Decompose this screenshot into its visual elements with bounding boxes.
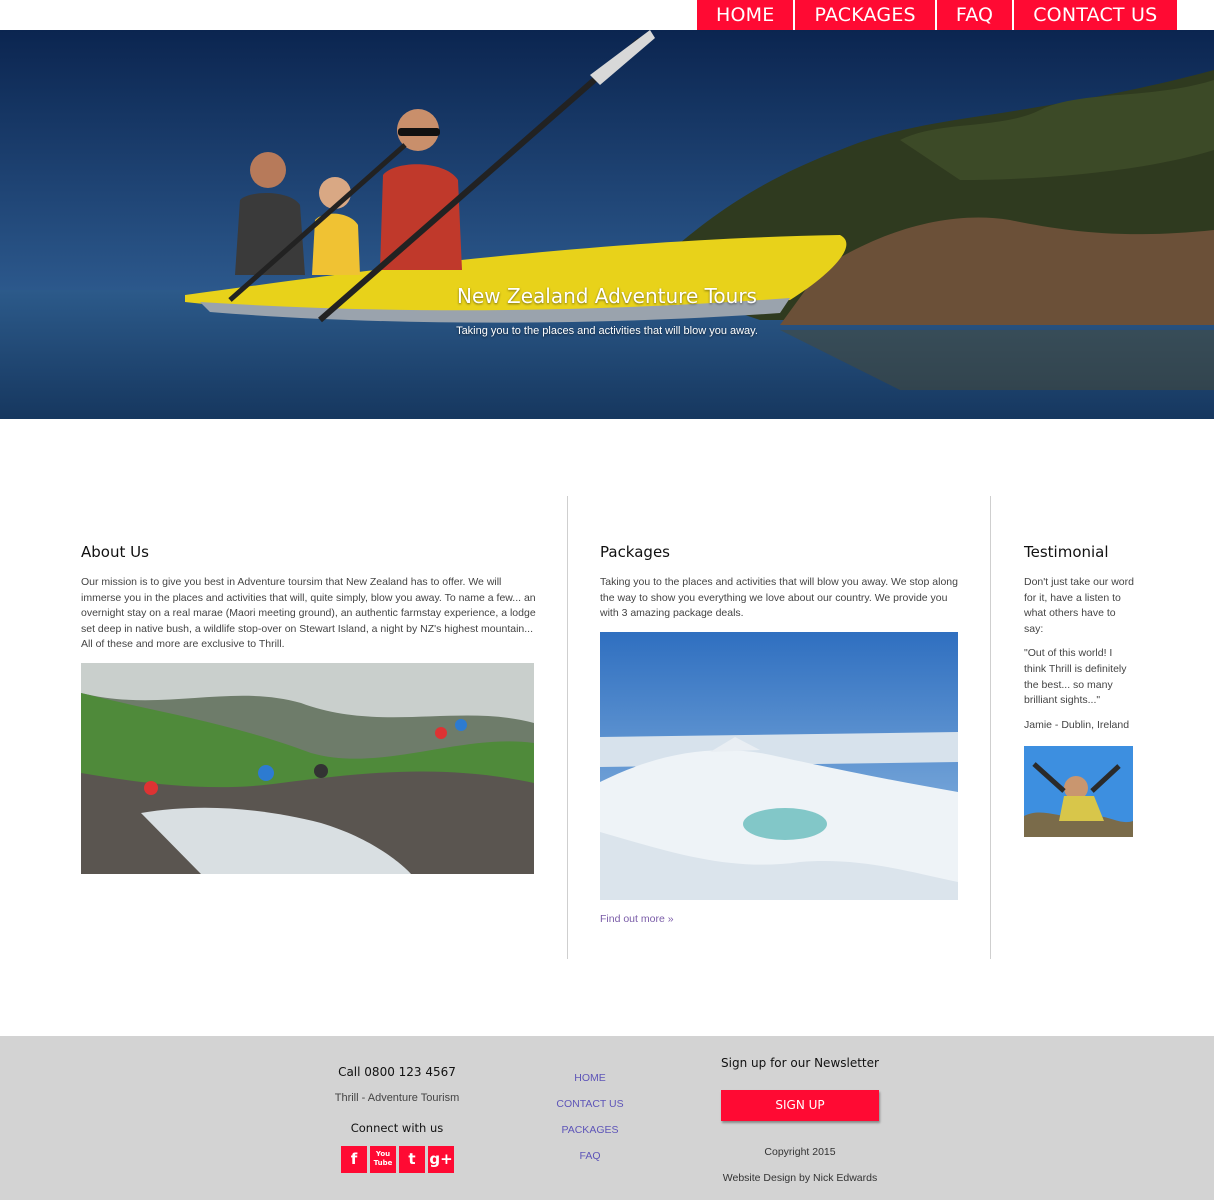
hero-kayak-image xyxy=(0,30,1214,419)
footer-company: Thrill - Adventure Tourism xyxy=(334,1092,460,1104)
google-plus-icon[interactable]: g+ xyxy=(428,1146,454,1173)
footer-link-faq[interactable]: FAQ xyxy=(540,1150,640,1176)
youtube-icon-text-bottom: Tube xyxy=(373,1159,393,1167)
main-nav: HOME PACKAGES FAQ CONTACT US xyxy=(697,0,1178,30)
hero-banner: New Zealand Adventure Tours Taking you t… xyxy=(0,30,1214,419)
testimonial-quote: "Out of this world! I think Thrill is de… xyxy=(1024,647,1127,707)
find-out-more-link[interactable]: Find out more » xyxy=(600,913,674,925)
footer-nav: HOME CONTACT US PACKAGES FAQ xyxy=(540,1072,640,1176)
packages-text: Taking you to the places and activities … xyxy=(600,576,958,620)
youtube-icon[interactable]: You Tube xyxy=(370,1146,396,1173)
packages-section: Packages Taking you to the places and ac… xyxy=(600,543,960,622)
hiking-image xyxy=(81,663,534,874)
footer: Call 0800 123 4567 Thrill - Adventure To… xyxy=(0,1036,1214,1200)
youtube-icon-text-top: You xyxy=(375,1150,391,1158)
hero-title: New Zealand Adventure Tours xyxy=(457,284,757,308)
testimonial-intro: Don't just take our word for it, have a … xyxy=(1024,576,1134,635)
sign-up-button[interactable]: SIGN UP xyxy=(721,1090,879,1121)
footer-connect-heading: Connect with us xyxy=(350,1121,444,1135)
hero-subtitle: Taking you to the places and activities … xyxy=(456,325,758,337)
footer-link-home[interactable]: HOME xyxy=(540,1072,640,1098)
about-text: Our mission is to give you best in Adven… xyxy=(81,576,536,651)
twitter-icon[interactable]: t xyxy=(399,1146,425,1173)
packages-heading: Packages xyxy=(600,543,670,561)
nav-packages[interactable]: PACKAGES xyxy=(795,0,937,30)
volcano-image xyxy=(600,632,958,900)
top-bar: HOME PACKAGES FAQ CONTACT US xyxy=(0,0,1214,30)
footer-link-contact-us[interactable]: CONTACT US xyxy=(540,1098,640,1124)
testimonial-heading: Testimonial xyxy=(1024,543,1109,561)
copyright-text: Copyright 2015 xyxy=(764,1146,836,1158)
nav-contact-us[interactable]: CONTACT US xyxy=(1014,0,1178,30)
footer-phone: Call 0800 123 4567 xyxy=(338,1065,456,1079)
about-heading: About Us xyxy=(81,543,149,561)
newsletter-heading: Sign up for our Newsletter xyxy=(721,1056,879,1070)
social-links: f You Tube t g+ xyxy=(341,1146,454,1173)
column-divider xyxy=(567,496,568,959)
nav-home[interactable]: HOME xyxy=(697,0,796,30)
nav-faq[interactable]: FAQ xyxy=(936,0,1015,30)
testimonial-author: Jamie - Dublin, Ireland xyxy=(1024,718,1130,731)
column-divider xyxy=(990,496,991,959)
facebook-icon[interactable]: f xyxy=(341,1146,367,1173)
footer-link-packages[interactable]: PACKAGES xyxy=(540,1124,640,1150)
design-credit: Website Design by Nick Edwards xyxy=(722,1172,878,1184)
skydiver-image xyxy=(1024,746,1133,837)
about-section: About Us Our mission is to give you best… xyxy=(81,543,536,653)
testimonial-section: Testimonial Don't just take our word for… xyxy=(1024,543,1136,733)
